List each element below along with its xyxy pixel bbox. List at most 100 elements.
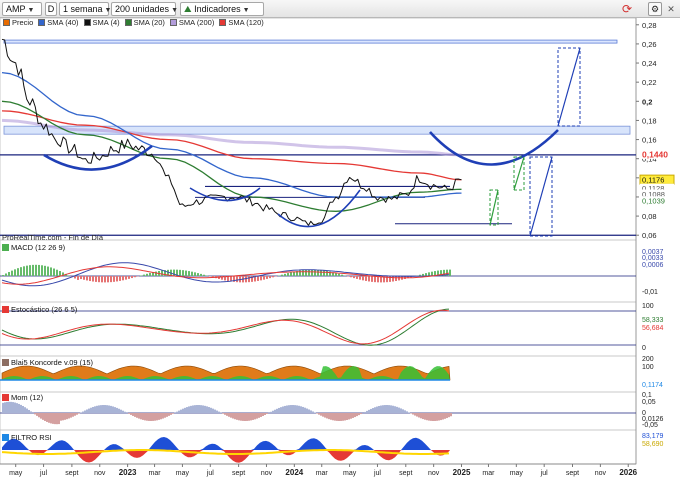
mom-bar xyxy=(4,402,6,413)
mom-bar xyxy=(276,408,278,413)
macd-bar xyxy=(56,269,58,276)
mom-bar xyxy=(70,413,72,418)
mom-bar xyxy=(168,413,170,416)
mom-bar xyxy=(12,402,14,413)
mom-bar xyxy=(280,407,282,413)
macd-bar xyxy=(29,265,31,276)
mom-bar xyxy=(324,413,326,418)
mom-bar xyxy=(282,406,284,413)
mom-bar xyxy=(242,413,244,421)
macd-bar xyxy=(305,269,307,276)
price-tick-label: 0,08 xyxy=(642,212,657,221)
mom-bar xyxy=(342,413,344,421)
rsi-tick-label: 58,690 xyxy=(642,441,664,448)
macd-bar xyxy=(92,276,94,282)
x-tick-label: jul xyxy=(206,470,214,477)
mom-label: Mom (12) xyxy=(2,393,43,402)
macd-bar xyxy=(284,273,286,276)
refresh-icon[interactable]: ⟳ xyxy=(620,2,634,16)
mom-bar xyxy=(404,410,406,413)
mom-bar xyxy=(250,413,252,421)
mom-bar xyxy=(312,411,314,413)
chart-svg[interactable]: 0,280,260,240,220,20,180,160,140,120,10,… xyxy=(0,18,680,480)
mom-bar xyxy=(60,413,62,421)
x-tick-label: may xyxy=(343,470,357,477)
mom-bar xyxy=(144,413,146,421)
x-tick-label: mar xyxy=(482,470,495,477)
macd-bar xyxy=(173,269,175,276)
daily-button[interactable]: D xyxy=(45,2,57,16)
units-label: 200 unidades xyxy=(115,4,170,14)
ticker-select[interactable]: AMP ▼ xyxy=(2,2,42,16)
mom-bar xyxy=(150,413,152,421)
price-tick-label: 0,24 xyxy=(642,59,657,68)
mom-bar xyxy=(266,413,268,414)
mom-bar xyxy=(64,413,66,420)
price-tag-label: 0,1039 xyxy=(642,197,665,206)
mom-bar xyxy=(308,409,310,413)
mom-bar xyxy=(256,413,258,419)
price-tick-label: 0,16 xyxy=(642,136,657,145)
mom-bar xyxy=(110,405,112,413)
mom-bar xyxy=(360,413,362,415)
mom-bar xyxy=(428,413,430,421)
chart-area[interactable]: 0,280,260,240,220,20,180,160,140,120,10,… xyxy=(0,18,680,480)
mom-bar xyxy=(334,413,336,421)
macd-bar xyxy=(191,271,193,276)
mom-bar xyxy=(24,407,26,413)
legend-item: SMA (200) xyxy=(169,18,214,27)
macd-bar xyxy=(38,264,40,276)
mom-bar xyxy=(172,413,174,414)
period-select[interactable]: 1 semana ▼ xyxy=(59,2,111,16)
mom-bar xyxy=(278,407,280,413)
mom-bar xyxy=(400,408,402,413)
mom-bar xyxy=(2,402,4,413)
mom-bar xyxy=(348,413,350,420)
settings-icon[interactable]: ⚙ xyxy=(648,2,662,16)
macd-bar xyxy=(134,276,136,278)
mom-bar xyxy=(154,413,156,421)
mom-bar xyxy=(414,413,416,416)
mom-bar xyxy=(56,413,58,425)
mom-bar xyxy=(436,413,438,421)
macd-bar xyxy=(203,274,205,276)
mom-bar xyxy=(298,405,300,413)
close-icon[interactable]: ✕ xyxy=(664,2,678,16)
koncorde-label-text: Blai5 Koncorde v.09 (15) xyxy=(11,358,93,367)
units-select[interactable]: 200 unidades ▼ xyxy=(111,2,178,16)
x-tick-label: nov xyxy=(428,470,440,477)
mom-bar xyxy=(50,413,52,424)
mom-tick-label: 0,1 xyxy=(642,392,652,399)
mom-bar xyxy=(170,413,172,415)
mom-bar xyxy=(390,405,392,413)
price-tick-label: 0,28 xyxy=(642,21,657,30)
macd-bar xyxy=(311,269,313,276)
macd-bar xyxy=(302,270,304,276)
mom-bar xyxy=(364,411,366,413)
legend: Precio SMA (40) SMA (4) SMA (20) SMA (20… xyxy=(3,18,267,27)
mom-bar xyxy=(118,408,120,413)
mom-bar xyxy=(158,413,160,420)
indicators-button[interactable]: ⛰ Indicadores ▼ xyxy=(180,2,264,16)
macd-bar xyxy=(113,276,115,282)
macd-bar xyxy=(188,271,190,276)
macd-bar xyxy=(248,276,250,283)
price-tick-label: 0,26 xyxy=(642,40,657,49)
mom-bar xyxy=(264,413,266,415)
mom-bar xyxy=(450,413,452,417)
mom-bar xyxy=(272,410,274,413)
macd-bar xyxy=(341,274,343,276)
indicator-icon xyxy=(2,434,9,441)
mom-bar xyxy=(202,405,204,413)
mom-bar xyxy=(238,413,240,421)
macd-bar xyxy=(110,276,112,283)
mom-bar xyxy=(6,401,8,413)
mom-bar xyxy=(36,413,38,416)
macd-bar xyxy=(86,276,88,281)
mom-bar xyxy=(302,406,304,413)
x-tick-label: 2023 xyxy=(119,468,137,477)
mom-bar xyxy=(406,411,408,413)
macd-bar xyxy=(14,269,16,276)
mom-bar xyxy=(72,413,74,417)
indicator-icon xyxy=(2,306,9,313)
